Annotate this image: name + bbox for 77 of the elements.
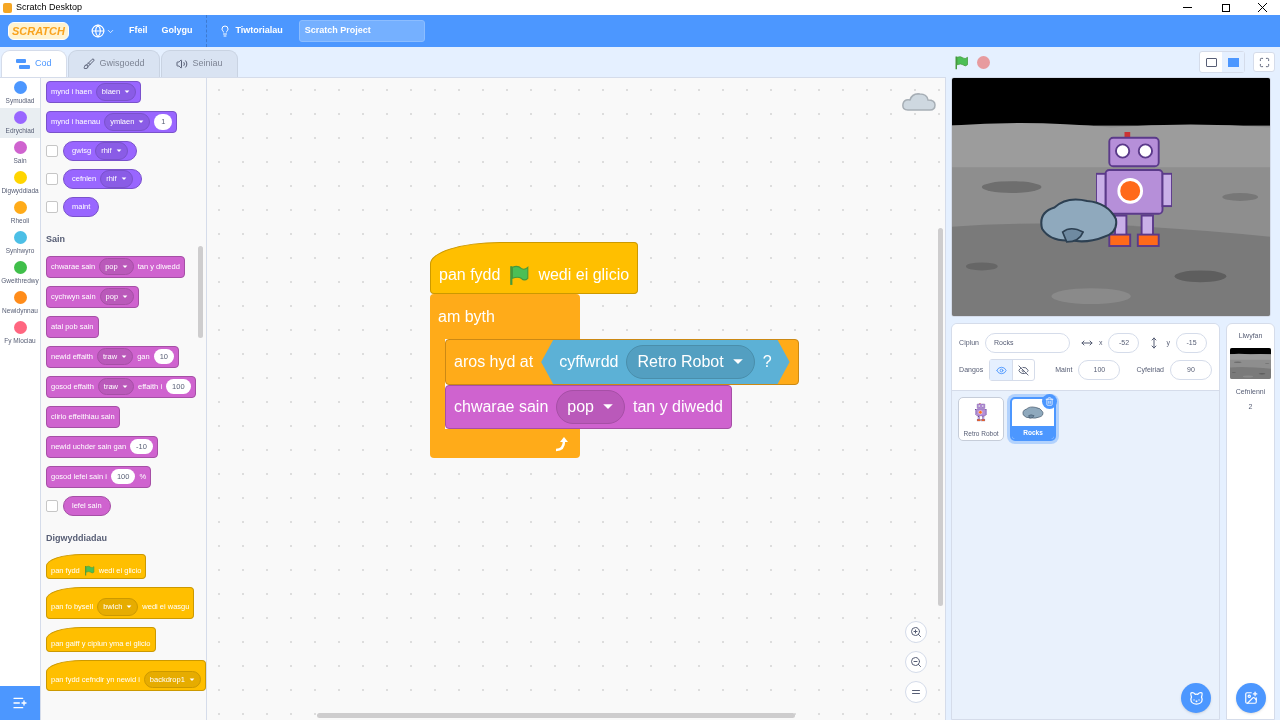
menu-item[interactable]: Ffeil <box>128 24 148 38</box>
block-label: am byth <box>438 306 495 327</box>
checkbox[interactable] <box>46 145 58 157</box>
block-label: cyffwrdd <box>559 352 619 372</box>
robot-thumbnail <box>975 403 988 422</box>
restore-icon[interactable] <box>1222 3 1230 12</box>
caret-icon <box>120 177 127 181</box>
add-sprite-button[interactable] <box>1181 683 1211 713</box>
tab[interactable]: Cod <box>1 50 67 77</box>
dropdown[interactable]: Retro Robot <box>626 345 755 379</box>
block-label: chwarae sain <box>454 397 549 417</box>
scrollbar[interactable] <box>938 228 944 606</box>
zoom-in-icon <box>910 626 922 638</box>
flag-icon <box>508 264 531 286</box>
dropdown[interactable]: pop <box>556 390 625 424</box>
fullscreen-button[interactable] <box>1253 52 1275 72</box>
boolean-block[interactable]: cyffwrdd Retro Robot ? <box>541 340 790 384</box>
image-plus-icon <box>1244 691 1258 705</box>
language-menu[interactable] <box>90 24 115 38</box>
tab[interactable]: Seiniau <box>160 50 238 77</box>
caret-icon <box>121 264 128 269</box>
eye-icon <box>995 364 1007 376</box>
close-icon[interactable] <box>1258 3 1267 12</box>
zoom-out-icon <box>910 656 922 668</box>
caret-icon <box>122 294 129 299</box>
zoom-out-button[interactable] <box>905 651 927 673</box>
category-heading: Sain <box>46 233 66 246</box>
menu-item[interactable]: Golygu <box>161 24 193 38</box>
block-label: aros hyd at <box>454 352 534 372</box>
window-title: Scratch Desktop <box>16 0 83 14</box>
scrollbar[interactable] <box>198 246 203 338</box>
checkbox[interactable] <box>46 201 58 213</box>
block-label: tan y diwedd <box>633 397 723 417</box>
stop-button[interactable] <box>977 55 991 69</box>
project-title-field[interactable]: Scratch Project <box>298 20 425 42</box>
category-heading: Digwyddiadau <box>46 531 108 545</box>
zoom-in-button[interactable] <box>905 621 927 643</box>
tutorials-menu[interactable]: Tiwtorialau <box>206 15 283 47</box>
globe-icon <box>90 24 105 38</box>
caret-icon <box>138 120 145 124</box>
code-block[interactable]: chwarae sain pop tan y diwedd <box>445 385 732 429</box>
caret-icon <box>126 605 133 609</box>
block-label: ? <box>762 352 772 372</box>
loop-arrow-icon <box>554 435 570 452</box>
flag-icon <box>83 565 95 577</box>
delete-button[interactable] <box>1042 394 1058 409</box>
app-icon <box>3 2 12 13</box>
trash-icon <box>1045 397 1055 406</box>
add-extension-button[interactable] <box>0 686 40 720</box>
fullscreen-icon <box>1258 56 1270 68</box>
code-blocks-icon <box>16 59 30 69</box>
caret-icon <box>122 384 128 389</box>
cat-icon <box>1188 690 1204 706</box>
eye-off-icon <box>1018 364 1030 376</box>
caret-icon <box>188 677 195 682</box>
cloud-icon <box>902 92 936 112</box>
block-label: wedi ei glicio <box>538 265 630 285</box>
add-backdrop-button[interactable] <box>1236 683 1266 713</box>
block-label: pan fydd <box>439 265 501 285</box>
backdrop-thumbnail[interactable] <box>1230 348 1271 379</box>
caret-icon <box>124 90 131 94</box>
speaker-icon <box>175 58 188 70</box>
checkbox[interactable] <box>46 499 58 512</box>
tab[interactable]: Gwisgoedd <box>67 50 160 77</box>
caret-icon <box>602 403 614 411</box>
caret-icon <box>115 149 122 153</box>
extension-icon <box>12 695 28 711</box>
forever-block[interactable]: am byth aros hyd at cyffwrdd Retro Robot ? chwarae sain pop tan y diwedd <box>430 294 799 458</box>
scrollbar[interactable] <box>317 713 795 718</box>
checkbox[interactable] <box>46 173 58 185</box>
reset-zoom-button[interactable] <box>905 681 927 703</box>
rock-thumbnail <box>1022 405 1045 420</box>
code-block[interactable]: aros hyd at cyffwrdd Retro Robot ? <box>445 339 799 385</box>
brush-icon <box>82 58 95 70</box>
caret-icon <box>121 354 128 359</box>
lightbulb-icon <box>219 25 232 37</box>
caret-icon <box>731 358 744 366</box>
